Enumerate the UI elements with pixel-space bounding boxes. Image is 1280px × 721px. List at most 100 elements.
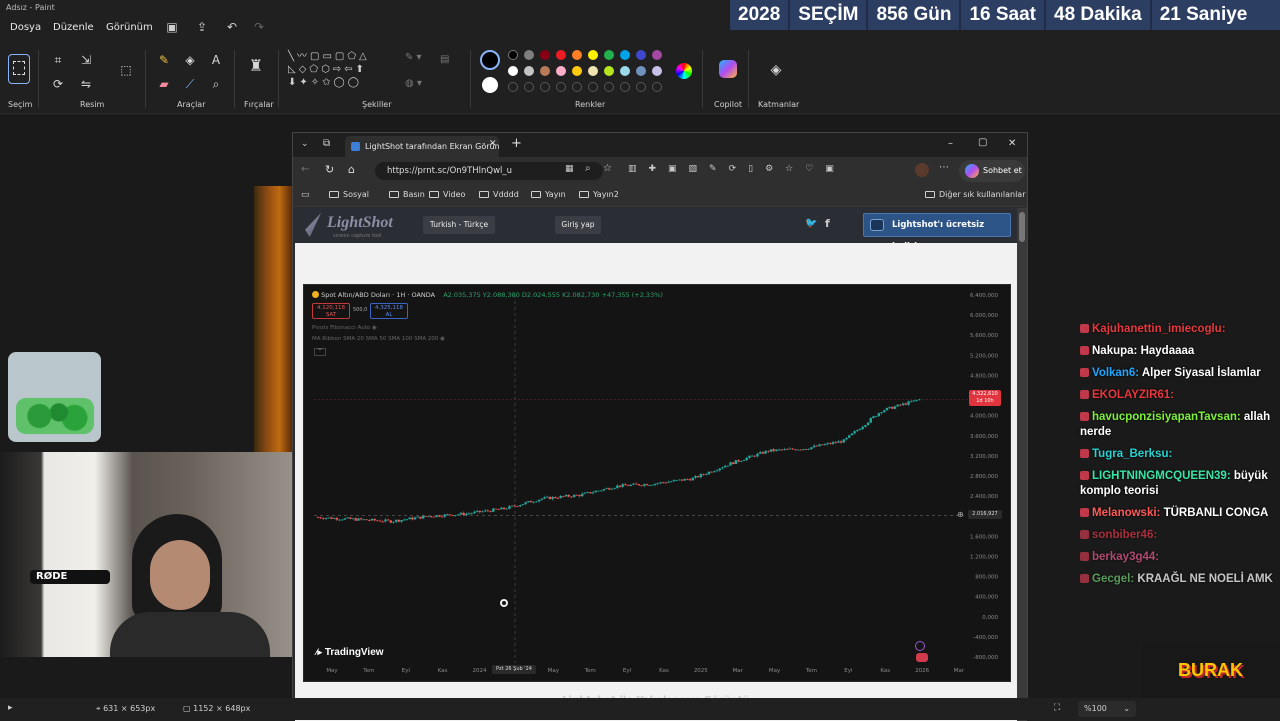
sell-button[interactable]: 4.120,118 SAT — [312, 303, 350, 319]
resize-icon[interactable]: ⇲ — [78, 52, 94, 68]
collapse-indicators-icon[interactable]: ^ — [314, 348, 326, 356]
chat-username[interactable]: Volkan6: — [1092, 367, 1139, 379]
chat-username[interactable]: LIGHTNINGMCQUEEN39: — [1092, 470, 1231, 482]
chat-username[interactable]: Tugra_Berksu: — [1092, 448, 1172, 460]
menu-view[interactable]: Görünüm — [106, 22, 153, 33]
color-swatch[interactable] — [620, 66, 630, 76]
share-icon[interactable]: ⇪ — [195, 20, 209, 34]
chat-username[interactable]: berkay3g44: — [1092, 551, 1159, 563]
color-swatch[interactable] — [604, 50, 614, 60]
eraser-icon[interactable]: ▰ — [156, 76, 172, 92]
flip-icon[interactable]: ⇋ — [78, 76, 94, 92]
tradingview-chart[interactable]: 6.400,000 6.000,000 5.600,000 5.200,000 4.80… — [303, 284, 1011, 682]
color-swatch[interactable] — [572, 50, 582, 60]
save-icon[interactable]: ▣ — [165, 20, 179, 34]
maximize-icon[interactable]: ▢ — [978, 137, 987, 148]
outline-icon[interactable]: ✎ ▾ — [405, 52, 422, 63]
custom-color-slot[interactable] — [524, 82, 534, 92]
minimize-icon[interactable]: – — [948, 138, 953, 149]
color-swatch[interactable] — [604, 66, 614, 76]
collections-icon[interactable]: ▭ — [301, 190, 310, 200]
buy-button[interactable]: 4.325,118 AL — [370, 303, 408, 319]
crop-icon[interactable]: ⌗ — [50, 52, 66, 68]
selection-tool[interactable] — [8, 54, 30, 84]
facebook-icon[interactable]: f — [825, 217, 830, 230]
menu-edit[interactable]: Düzenle — [53, 22, 94, 33]
color-picker-icon[interactable]: ⟋ — [182, 76, 198, 92]
color-swatch[interactable] — [524, 50, 534, 60]
custom-color-slot[interactable] — [556, 82, 566, 92]
color-swatch[interactable] — [572, 66, 582, 76]
custom-color-slot[interactable] — [604, 82, 614, 92]
scrollbar-thumb[interactable] — [1019, 212, 1025, 242]
magnifier-icon[interactable]: ⌕ — [208, 76, 224, 92]
refresh-icon[interactable]: ↻ — [325, 163, 334, 176]
menu-file[interactable]: Dosya — [10, 22, 41, 33]
custom-color-slot[interactable] — [620, 82, 630, 92]
color-swatch[interactable] — [508, 66, 518, 76]
fit-to-window-icon[interactable]: ⛶ — [1054, 703, 1060, 713]
shapes-gallery[interactable]: ╲〰▢▭▢⬠△ ◺◇⬠⬡⇨⇦⬆ ⬇✦✧✩◯◯ — [288, 50, 392, 98]
shape-fill-dropdown-icon[interactable]: ◍ ▾ — [405, 78, 422, 89]
lightshot-logo[interactable]: LightShot — [327, 214, 393, 232]
bookmark-folder[interactable]: Yayın — [531, 190, 566, 199]
tab-list-icon[interactable]: ⌄ — [301, 139, 309, 149]
more-icon[interactable]: ⋯ — [939, 162, 949, 173]
chat-username[interactable]: Melanowski: — [1092, 507, 1160, 519]
custom-color-slot[interactable] — [588, 82, 598, 92]
chat-username[interactable]: havucponzisiyapanTavsan: — [1092, 411, 1241, 423]
primary-color[interactable] — [480, 50, 500, 70]
pencil-icon[interactable]: ✎ — [156, 52, 172, 68]
read-mode-icon[interactable]: ▦ — [565, 164, 574, 174]
chat-username[interactable]: EKOLAYZIR61: — [1092, 389, 1174, 401]
undo-icon[interactable]: ↶ — [225, 20, 239, 34]
custom-color-slot[interactable] — [572, 82, 582, 92]
back-icon[interactable]: ← — [301, 164, 309, 175]
color-swatch[interactable] — [540, 50, 550, 60]
language-select[interactable]: Turkish - Türkçe — [423, 216, 495, 234]
rotate-icon[interactable]: ⟳ — [50, 76, 66, 92]
tab-lightshot[interactable]: LightShot tarafından Ekran Görünt — [345, 136, 499, 157]
color-swatch[interactable] — [636, 50, 646, 60]
earnings-marker-icon[interactable] — [916, 653, 928, 662]
chat-username[interactable]: Nakupa: — [1092, 345, 1137, 357]
color-swatch[interactable] — [636, 66, 646, 76]
shape-fill-icon[interactable]: ▤ — [440, 54, 449, 65]
zoom-icon[interactable]: ⌕ — [585, 163, 591, 174]
event-marker-icon[interactable] — [915, 641, 925, 651]
text-icon[interactable]: A — [208, 52, 224, 68]
color-swatch[interactable] — [556, 50, 566, 60]
color-swatch[interactable] — [508, 50, 518, 60]
color-swatch[interactable] — [556, 66, 566, 76]
eye-icon[interactable]: ◉ — [372, 325, 377, 331]
copilot-icon[interactable] — [719, 60, 737, 78]
fill-icon[interactable]: ◈ — [182, 52, 198, 68]
color-swatch[interactable] — [588, 50, 598, 60]
chat-username[interactable]: Gecgel: — [1092, 573, 1134, 585]
bookmark-folder[interactable]: Vdddd — [479, 190, 519, 199]
color-swatch[interactable] — [588, 66, 598, 76]
chat-username[interactable]: sonbiber46: — [1092, 529, 1157, 541]
chat-username[interactable]: Kajuhanettin_imiecoglu: — [1092, 323, 1226, 335]
workspaces-icon[interactable]: ⧉ — [323, 138, 330, 149]
color-swatch[interactable] — [540, 66, 550, 76]
crosshair-plus-icon[interactable]: ⊕ — [957, 510, 964, 519]
copilot-chat-button[interactable]: Sohbet et — [959, 160, 1025, 182]
bookmark-folder[interactable]: Sosyal — [329, 190, 369, 199]
favorite-star-icon[interactable]: ☆ — [603, 163, 612, 174]
color-swatch[interactable] — [652, 50, 662, 60]
other-bookmarks[interactable]: Diğer sık kullanılanlar — [925, 190, 1026, 199]
bookmark-folder[interactable]: Video — [429, 190, 465, 199]
eye-icon[interactable]: ◉ — [440, 336, 445, 342]
custom-color-slot[interactable] — [540, 82, 550, 92]
home-icon[interactable]: ⌂ — [348, 163, 355, 176]
brush-icon[interactable]: ♜ — [248, 58, 264, 74]
color-swatch[interactable] — [524, 66, 534, 76]
custom-color-slot[interactable] — [652, 82, 662, 92]
download-button[interactable]: Lightshot'ı ücretsiz indirin — [863, 213, 1011, 252]
login-button[interactable]: Giriş yap — [555, 216, 601, 234]
color-swatch[interactable] — [620, 50, 630, 60]
layers-icon[interactable]: ◈ — [768, 62, 784, 78]
new-tab-icon[interactable]: + — [511, 136, 522, 151]
bookmark-folder[interactable]: Basın — [389, 190, 425, 199]
